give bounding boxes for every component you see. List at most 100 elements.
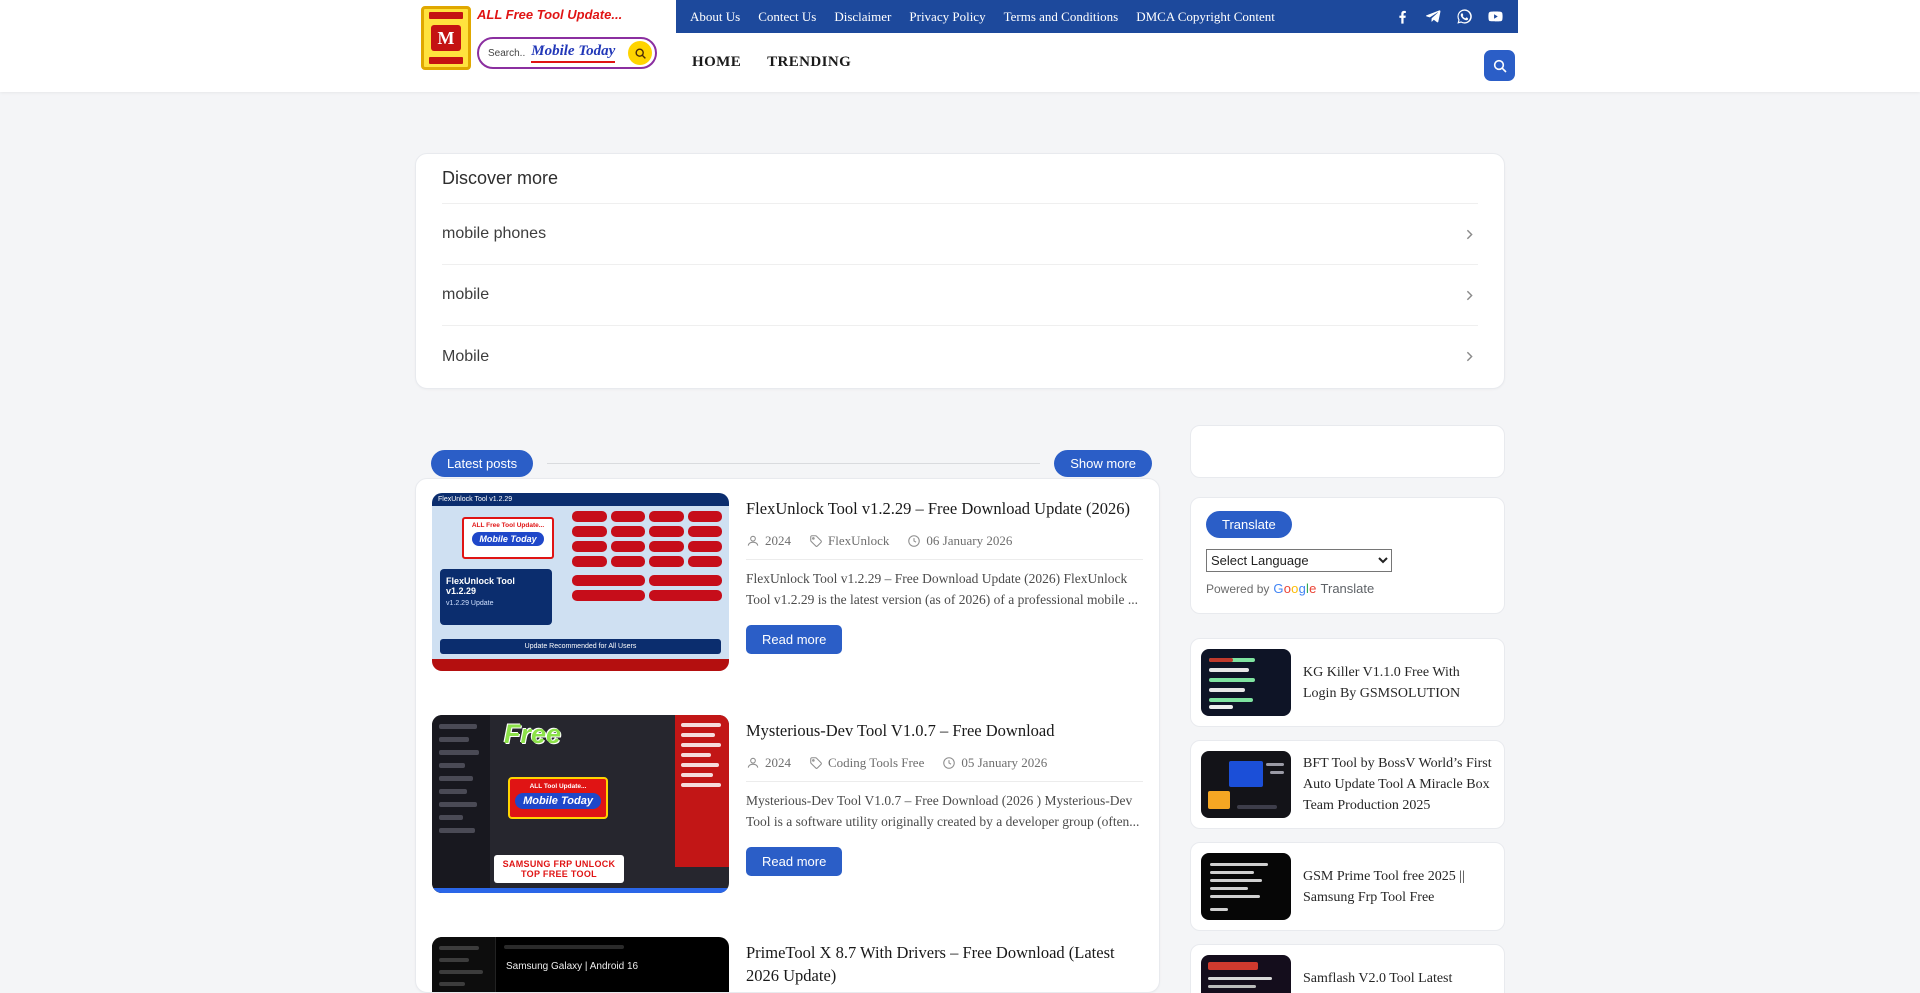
author-icon bbox=[746, 756, 760, 770]
post-title[interactable]: FlexUnlock Tool v1.2.29 – Free Download … bbox=[746, 497, 1143, 520]
logo-searchbar-graphic: Search.. Mobile Today bbox=[477, 37, 657, 69]
discover-item-label: Mobile bbox=[442, 348, 489, 366]
post-title[interactable]: PrimeTool X 8.7 With Drivers – Free Down… bbox=[746, 941, 1143, 987]
thumb-titlebar: FlexUnlock Tool v1.2.29 bbox=[432, 493, 729, 506]
post-thumbnail[interactable]: Samsung Galaxy | Android 16 bbox=[432, 937, 729, 993]
sidebar-post-thumbnail bbox=[1201, 853, 1291, 920]
sidebar-widget-placeholder bbox=[1190, 425, 1505, 478]
thumb-caption: Samsung Galaxy | Android 16 bbox=[506, 961, 638, 972]
thumb-ad-box: ALL Free Tool Update... Mobile Today bbox=[462, 517, 554, 559]
page: About Us Contect Us Disclaimer Privacy P… bbox=[0, 0, 1920, 993]
chevron-right-icon bbox=[1461, 226, 1478, 243]
discover-item-mobile-cap[interactable]: Mobile bbox=[442, 326, 1478, 387]
thumb-ad-box: ALL Tool Update... Mobile Today bbox=[508, 777, 608, 819]
logo-magnifier-icon bbox=[628, 41, 652, 65]
google-logo: Google bbox=[1273, 581, 1316, 596]
thumb-sidebar bbox=[432, 715, 490, 893]
post-label: Coding Tools Free bbox=[809, 755, 924, 771]
thumb-button-grid bbox=[572, 511, 722, 567]
site-header: About Us Contect Us Disclaimer Privacy P… bbox=[0, 0, 1920, 92]
powered-by-text: Powered by bbox=[1206, 582, 1269, 596]
topbar-link-dmca[interactable]: DMCA Copyright Content bbox=[1136, 9, 1275, 25]
main-nav: HOME TRENDING bbox=[692, 33, 851, 92]
label-icon bbox=[809, 756, 823, 770]
discover-item-label: mobile bbox=[442, 286, 489, 304]
translate-word: Translate bbox=[1321, 581, 1375, 596]
translate-title: Translate bbox=[1206, 511, 1292, 538]
sidebar-post[interactable]: KG Killer V1.1.0 Free With Login By GSMS… bbox=[1190, 638, 1505, 727]
post-title[interactable]: Mysterious-Dev Tool V1.0.7 – Free Downlo… bbox=[746, 719, 1143, 742]
post-meta: 2024 Coding Tools Free 05 January 2026 bbox=[746, 755, 1143, 771]
logo-right: ALL Free Tool Update... Search.. Mobile … bbox=[477, 6, 657, 70]
topbar-link-contact[interactable]: Contect Us bbox=[758, 9, 816, 25]
site-logo[interactable]: M ALL Free Tool Update... Search.. Mobil… bbox=[421, 6, 657, 70]
latest-posts-label: Latest posts bbox=[431, 450, 533, 477]
whatsapp-icon[interactable] bbox=[1456, 8, 1473, 25]
logo-tagline: ALL Free Tool Update... bbox=[477, 7, 657, 22]
sidebar-post-title: Samflash V2.0 Tool Latest Update Version… bbox=[1303, 968, 1494, 993]
logo-badge-top-bar bbox=[429, 12, 463, 19]
post-thumbnail[interactable]: Free ALL Tool Update... Mobile Today SAM… bbox=[432, 715, 729, 893]
post-body: FlexUnlock Tool v1.2.29 – Free Download … bbox=[746, 493, 1143, 671]
post-card: Samsung Galaxy | Android 16 PrimeTool X … bbox=[432, 937, 1143, 993]
thumb-panel-subtitle: v1.2.29 Update bbox=[446, 600, 546, 607]
telegram-icon[interactable] bbox=[1425, 8, 1442, 25]
thumb-ad-tagline: ALL Free Tool Update... bbox=[464, 522, 552, 529]
thumb-progress-bar bbox=[432, 888, 729, 893]
sidebar-post-title: BFT Tool by BossV World’s First Auto Upd… bbox=[1303, 753, 1494, 816]
nav-home[interactable]: HOME bbox=[692, 54, 741, 71]
show-more-button[interactable]: Show more bbox=[1054, 450, 1152, 477]
discover-card: Discover more mobile phones mobile Mobil… bbox=[415, 153, 1505, 389]
post-thumbnail[interactable]: FlexUnlock Tool v1.2.29 ALL Free Tool Up… bbox=[432, 493, 729, 671]
post-body: PrimeTool X 8.7 With Drivers – Free Down… bbox=[746, 937, 1143, 993]
post-body: Mysterious-Dev Tool V1.0.7 – Free Downlo… bbox=[746, 715, 1143, 893]
author-icon bbox=[746, 534, 760, 548]
post-date: 05 January 2026 bbox=[942, 755, 1047, 771]
post-date: 06 January 2026 bbox=[907, 533, 1012, 549]
thumb-bottom-strip bbox=[432, 659, 729, 671]
post-meta: 2024 FlexUnlock 06 January 2026 bbox=[746, 533, 1143, 549]
topbar-social bbox=[1394, 8, 1504, 25]
sidebar-post-thumbnail bbox=[1201, 649, 1291, 716]
topbar: About Us Contect Us Disclaimer Privacy P… bbox=[676, 0, 1518, 33]
post-card: Free ALL Tool Update... Mobile Today SAM… bbox=[432, 715, 1143, 893]
topbar-link-disclaimer[interactable]: Disclaimer bbox=[834, 9, 891, 25]
sidebar-post-thumbnail bbox=[1201, 751, 1291, 818]
thumb-caption-box: SAMSUNG FRP UNLOCK TOP FREE TOOL bbox=[494, 855, 624, 883]
posts-list: FlexUnlock Tool v1.2.29 ALL Free Tool Up… bbox=[415, 478, 1160, 993]
language-select[interactable]: Select Language bbox=[1206, 549, 1392, 572]
post-author: 2024 bbox=[746, 755, 791, 771]
discover-item-mobile[interactable]: mobile bbox=[442, 265, 1478, 326]
chevron-right-icon bbox=[1461, 287, 1478, 304]
topbar-link-about[interactable]: About Us bbox=[690, 9, 740, 25]
read-more-button[interactable]: Read more bbox=[746, 625, 842, 654]
discover-item-label: mobile phones bbox=[442, 225, 546, 243]
sidebar-posts: KG Killer V1.1.0 Free With Login By GSMS… bbox=[1190, 638, 1505, 993]
sidebar-post[interactable]: GSM Prime Tool free 2025 || Samsung Frp … bbox=[1190, 842, 1505, 931]
sidebar-post[interactable]: Samflash V2.0 Tool Latest Update Version… bbox=[1190, 944, 1505, 993]
logo-badge: M bbox=[421, 6, 471, 70]
topbar-link-privacy[interactable]: Privacy Policy bbox=[909, 9, 985, 25]
facebook-icon[interactable] bbox=[1394, 8, 1411, 25]
latest-posts-header: Latest posts Show more bbox=[431, 450, 1152, 477]
thumb-info-panel: FlexUnlock Tool v1.2.29 v1.2.29 Update bbox=[440, 569, 552, 625]
thumb-caption-line1: SAMSUNG FRP UNLOCK bbox=[496, 859, 622, 869]
topbar-links: About Us Contect Us Disclaimer Privacy P… bbox=[690, 9, 1275, 25]
search-button[interactable] bbox=[1484, 50, 1515, 81]
sidebar-post-title: GSM Prime Tool free 2025 || Samsung Frp … bbox=[1303, 866, 1494, 908]
sidebar-post-thumbnail bbox=[1201, 955, 1291, 993]
logo-badge-letter: M bbox=[431, 25, 461, 51]
post-snippet: FlexUnlock Tool v1.2.29 – Free Download … bbox=[746, 569, 1143, 611]
discover-item-mobile-phones[interactable]: mobile phones bbox=[442, 204, 1478, 265]
youtube-icon[interactable] bbox=[1487, 8, 1504, 25]
thumb-brand-badge: Mobile Today bbox=[472, 532, 543, 546]
clock-icon bbox=[907, 534, 921, 548]
google-translate-attribution: Powered by Google Translate bbox=[1206, 581, 1489, 596]
nav-trending[interactable]: TRENDING bbox=[767, 54, 851, 71]
topbar-link-terms[interactable]: Terms and Conditions bbox=[1004, 9, 1119, 25]
search-icon bbox=[1492, 58, 1508, 74]
thumb-right-panel bbox=[675, 715, 729, 867]
label-icon bbox=[809, 534, 823, 548]
sidebar-post[interactable]: BFT Tool by BossV World’s First Auto Upd… bbox=[1190, 740, 1505, 829]
read-more-button[interactable]: Read more bbox=[746, 847, 842, 876]
